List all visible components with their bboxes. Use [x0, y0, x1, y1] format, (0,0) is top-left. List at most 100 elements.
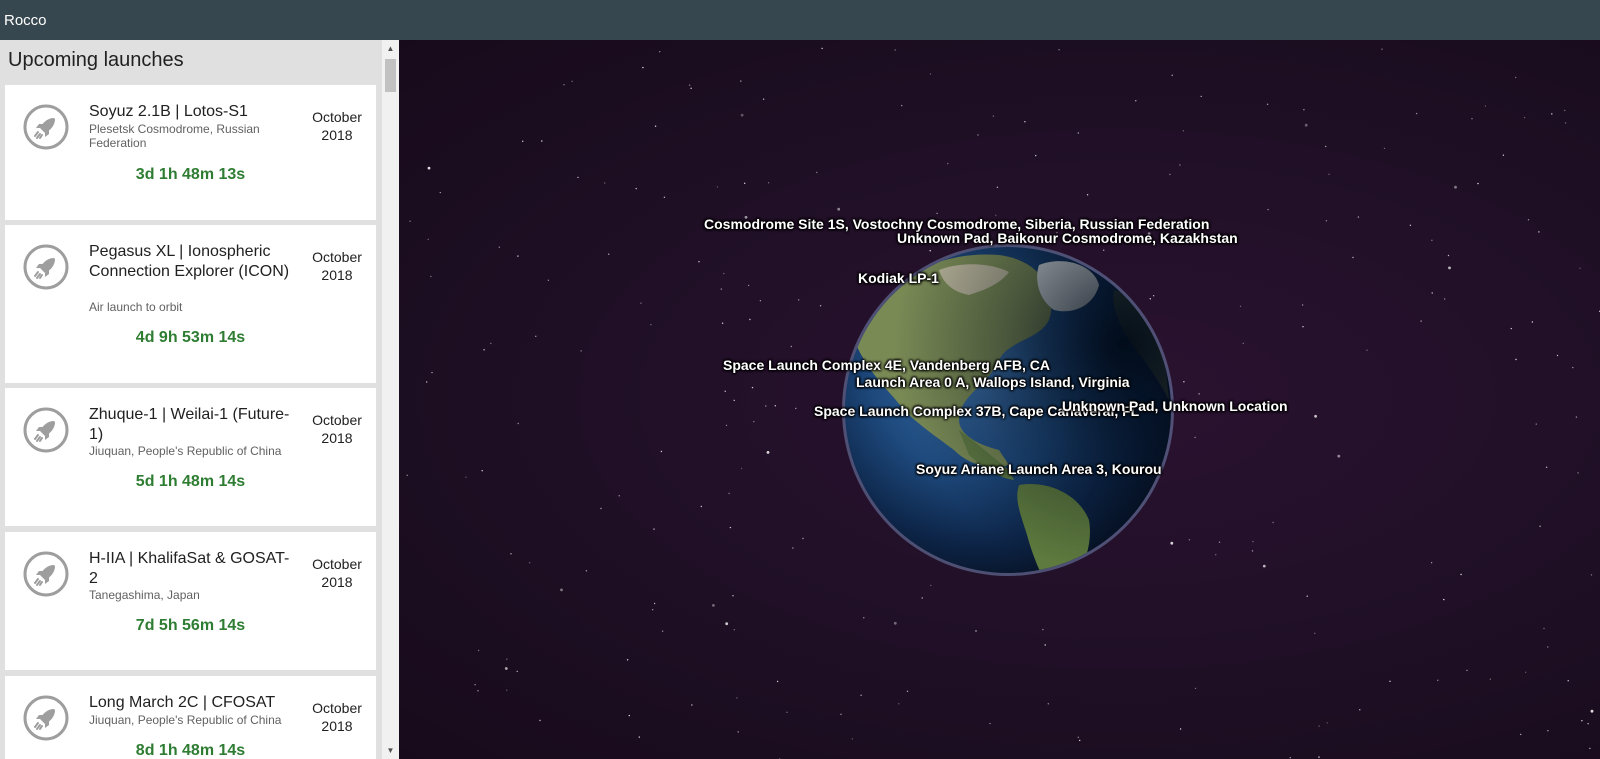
star [1525, 671, 1527, 673]
star [638, 736, 640, 738]
star [1389, 680, 1391, 682]
star [921, 597, 923, 599]
star [751, 386, 754, 389]
star [516, 670, 518, 673]
star [1460, 573, 1462, 576]
launch-card[interactable]: H-IIA | KhalifaSat & GOSAT-2 Tanegashima… [5, 532, 376, 670]
star [604, 182, 606, 184]
star [1103, 249, 1105, 251]
launch-card[interactable]: Pegasus XL | Ionospheric Connection Expl… [5, 225, 376, 383]
star [1535, 423, 1538, 425]
star [474, 684, 476, 686]
star [600, 507, 602, 510]
launch-title: Long March 2C | CFOSAT [89, 694, 276, 711]
star [851, 738, 853, 740]
star [406, 474, 408, 476]
star [541, 140, 543, 142]
globe-viewport[interactable]: Cosmodrome Site 1S, Vostochny Cosmodrome… [399, 40, 1600, 759]
star [1337, 454, 1341, 458]
star [744, 182, 746, 184]
star [725, 622, 729, 626]
launch-site-label[interactable]: Kodiak LP-1 [858, 270, 939, 286]
star [906, 690, 909, 692]
star [1547, 646, 1549, 648]
star [766, 451, 770, 454]
star [1242, 342, 1244, 345]
star [1182, 130, 1185, 132]
launch-sidebar[interactable]: Upcoming launches Soyuz 2.1B | Lotos-S1 … [0, 40, 399, 759]
star [517, 422, 519, 425]
star [1383, 147, 1386, 150]
star [737, 731, 739, 733]
launch-site-label[interactable]: Unknown Pad, Baikonur Cosmodrome, Kazakh… [897, 230, 1238, 246]
launch-card[interactable]: Zhuque-1 | Weilai-1 (Future-1) Jiuquan, … [5, 388, 376, 526]
star [563, 84, 565, 86]
scroll-up-arrow-icon[interactable]: ▲ [382, 40, 399, 57]
star [465, 476, 467, 478]
star [1301, 304, 1304, 306]
star [1302, 326, 1304, 328]
launch-card[interactable]: Long March 2C | CFOSAT Jiuquan, People's… [5, 676, 376, 759]
star [498, 246, 500, 248]
earth-globe [842, 244, 1174, 576]
star [1326, 722, 1328, 724]
star [1443, 298, 1446, 300]
star [947, 162, 949, 165]
star [860, 694, 862, 696]
sidebar-scrollbar[interactable]: ▲ ▼ [382, 40, 399, 759]
rocket-icon [23, 104, 69, 150]
launch-year: 2018 [321, 429, 353, 446]
star [740, 113, 744, 117]
rocket-icon [23, 407, 69, 453]
star [1188, 539, 1191, 541]
star [1218, 541, 1221, 543]
star [1262, 564, 1266, 568]
star [1352, 256, 1354, 259]
star [716, 186, 719, 188]
star [930, 584, 932, 587]
star [1079, 739, 1081, 742]
launch-location: Jiuquan, People's Republic of China [89, 713, 282, 727]
star [690, 87, 692, 89]
scroll-down-arrow-icon[interactable]: ▼ [382, 742, 399, 759]
star [1266, 103, 1269, 105]
star [1357, 216, 1360, 218]
star [816, 171, 818, 174]
launch-month: October [312, 109, 362, 125]
launch-site-label[interactable]: Space Launch Complex 4E, Vandenberg AFB,… [723, 357, 1050, 373]
star [802, 537, 804, 540]
star [535, 335, 537, 337]
launch-title: Soyuz 2.1B | Lotos-S1 [89, 103, 248, 120]
star [1431, 292, 1433, 294]
star [977, 134, 979, 136]
launch-site-label[interactable]: Unknown Pad, Unknown Location [1062, 398, 1288, 414]
launch-date: October 2018 [302, 412, 372, 447]
star [989, 722, 991, 725]
launch-month: October [312, 412, 362, 428]
star [728, 492, 730, 495]
star [1200, 95, 1202, 98]
star [1171, 74, 1173, 76]
star [1489, 678, 1492, 680]
star [1589, 747, 1591, 750]
launch-month: October [312, 249, 362, 265]
rocket-icon [23, 551, 69, 597]
star [725, 424, 728, 427]
launch-date: October 2018 [302, 556, 372, 591]
launch-card[interactable]: Soyuz 2.1B | Lotos-S1 Plesetsk Cosmodrom… [5, 85, 376, 220]
star [1272, 521, 1274, 524]
star [795, 407, 797, 410]
star [1267, 208, 1269, 211]
launch-site-label[interactable]: Soyuz Ariane Launch Area 3, Kourou [916, 461, 1162, 477]
star [729, 526, 732, 529]
launch-year: 2018 [321, 717, 353, 734]
app-bar: Rocco [0, 0, 1600, 40]
star [547, 279, 550, 281]
star [1572, 366, 1574, 369]
scrollbar-thumb[interactable] [385, 59, 396, 92]
star [1590, 574, 1593, 576]
star [653, 602, 656, 605]
star [1077, 736, 1079, 738]
star [1314, 414, 1317, 418]
launch-site-label[interactable]: Launch Area 0 A, Wallops Island, Virgini… [856, 374, 1130, 390]
